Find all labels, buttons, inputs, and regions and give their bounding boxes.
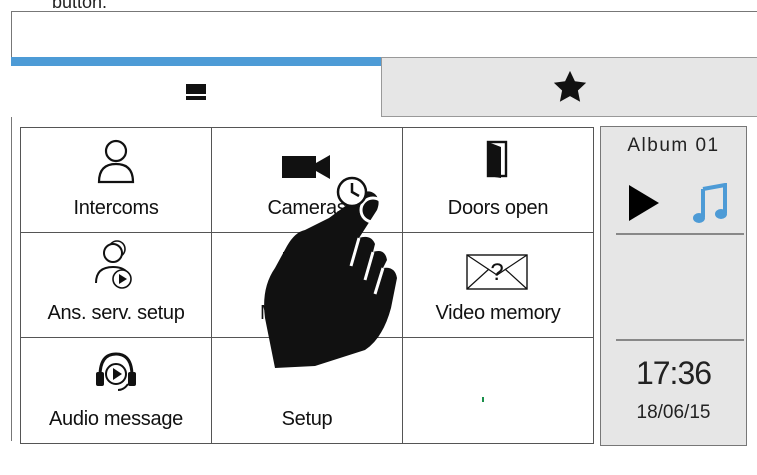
- person-icon: [97, 139, 135, 184]
- setup-label: Setup: [281, 408, 333, 430]
- hand-pointer-icon: [264, 191, 397, 368]
- home-glyph-icon: [186, 83, 206, 100]
- clock-badge-icon: [336, 176, 368, 208]
- star-icon: [553, 70, 586, 102]
- grid-cell-audio-message[interactable]: Audio message: [21, 338, 212, 444]
- doors-open-label: Doors open: [447, 197, 549, 219]
- music-note-icon[interactable]: [693, 183, 729, 225]
- media-clock-panel: Album 01 17:36 18/06/15: [600, 126, 747, 446]
- audio-message-label: Audio message: [49, 408, 183, 430]
- play-icon[interactable]: [629, 185, 659, 221]
- panel-divider-bottom: [616, 339, 744, 341]
- clock-time: 17:36: [635, 355, 712, 391]
- clock-date: 18/06/15: [636, 402, 711, 423]
- video-memory-question-mark: ?: [490, 259, 503, 286]
- answering-service-icon: [95, 240, 132, 289]
- grid-cell-doors-open[interactable]: Doors open: [403, 128, 594, 233]
- grid-cell-intercoms[interactable]: Intercoms: [21, 128, 212, 233]
- grid-cell-ans-serv-setup[interactable]: Ans. serv. setup: [21, 233, 212, 338]
- video-memory-label: Video memory: [435, 302, 561, 324]
- intercoms-label: Intercoms: [73, 197, 159, 219]
- tab-home[interactable]: [11, 57, 381, 117]
- ans-serv-setup-label: Ans. serv. setup: [47, 302, 185, 324]
- tab-favorites[interactable]: [381, 57, 757, 117]
- status-dot: [482, 397, 484, 402]
- album-title: Album 01: [627, 135, 720, 156]
- video-memory-envelope-icon: ?: [466, 254, 528, 290]
- grid-cell-empty: [403, 338, 594, 444]
- door-open-icon: [486, 140, 508, 178]
- grid-cell-video-memory[interactable]: ? Video memory: [403, 233, 594, 338]
- frame-top-border: [11, 11, 757, 12]
- headset-play-icon: [96, 352, 136, 391]
- panel-divider-top: [616, 233, 744, 235]
